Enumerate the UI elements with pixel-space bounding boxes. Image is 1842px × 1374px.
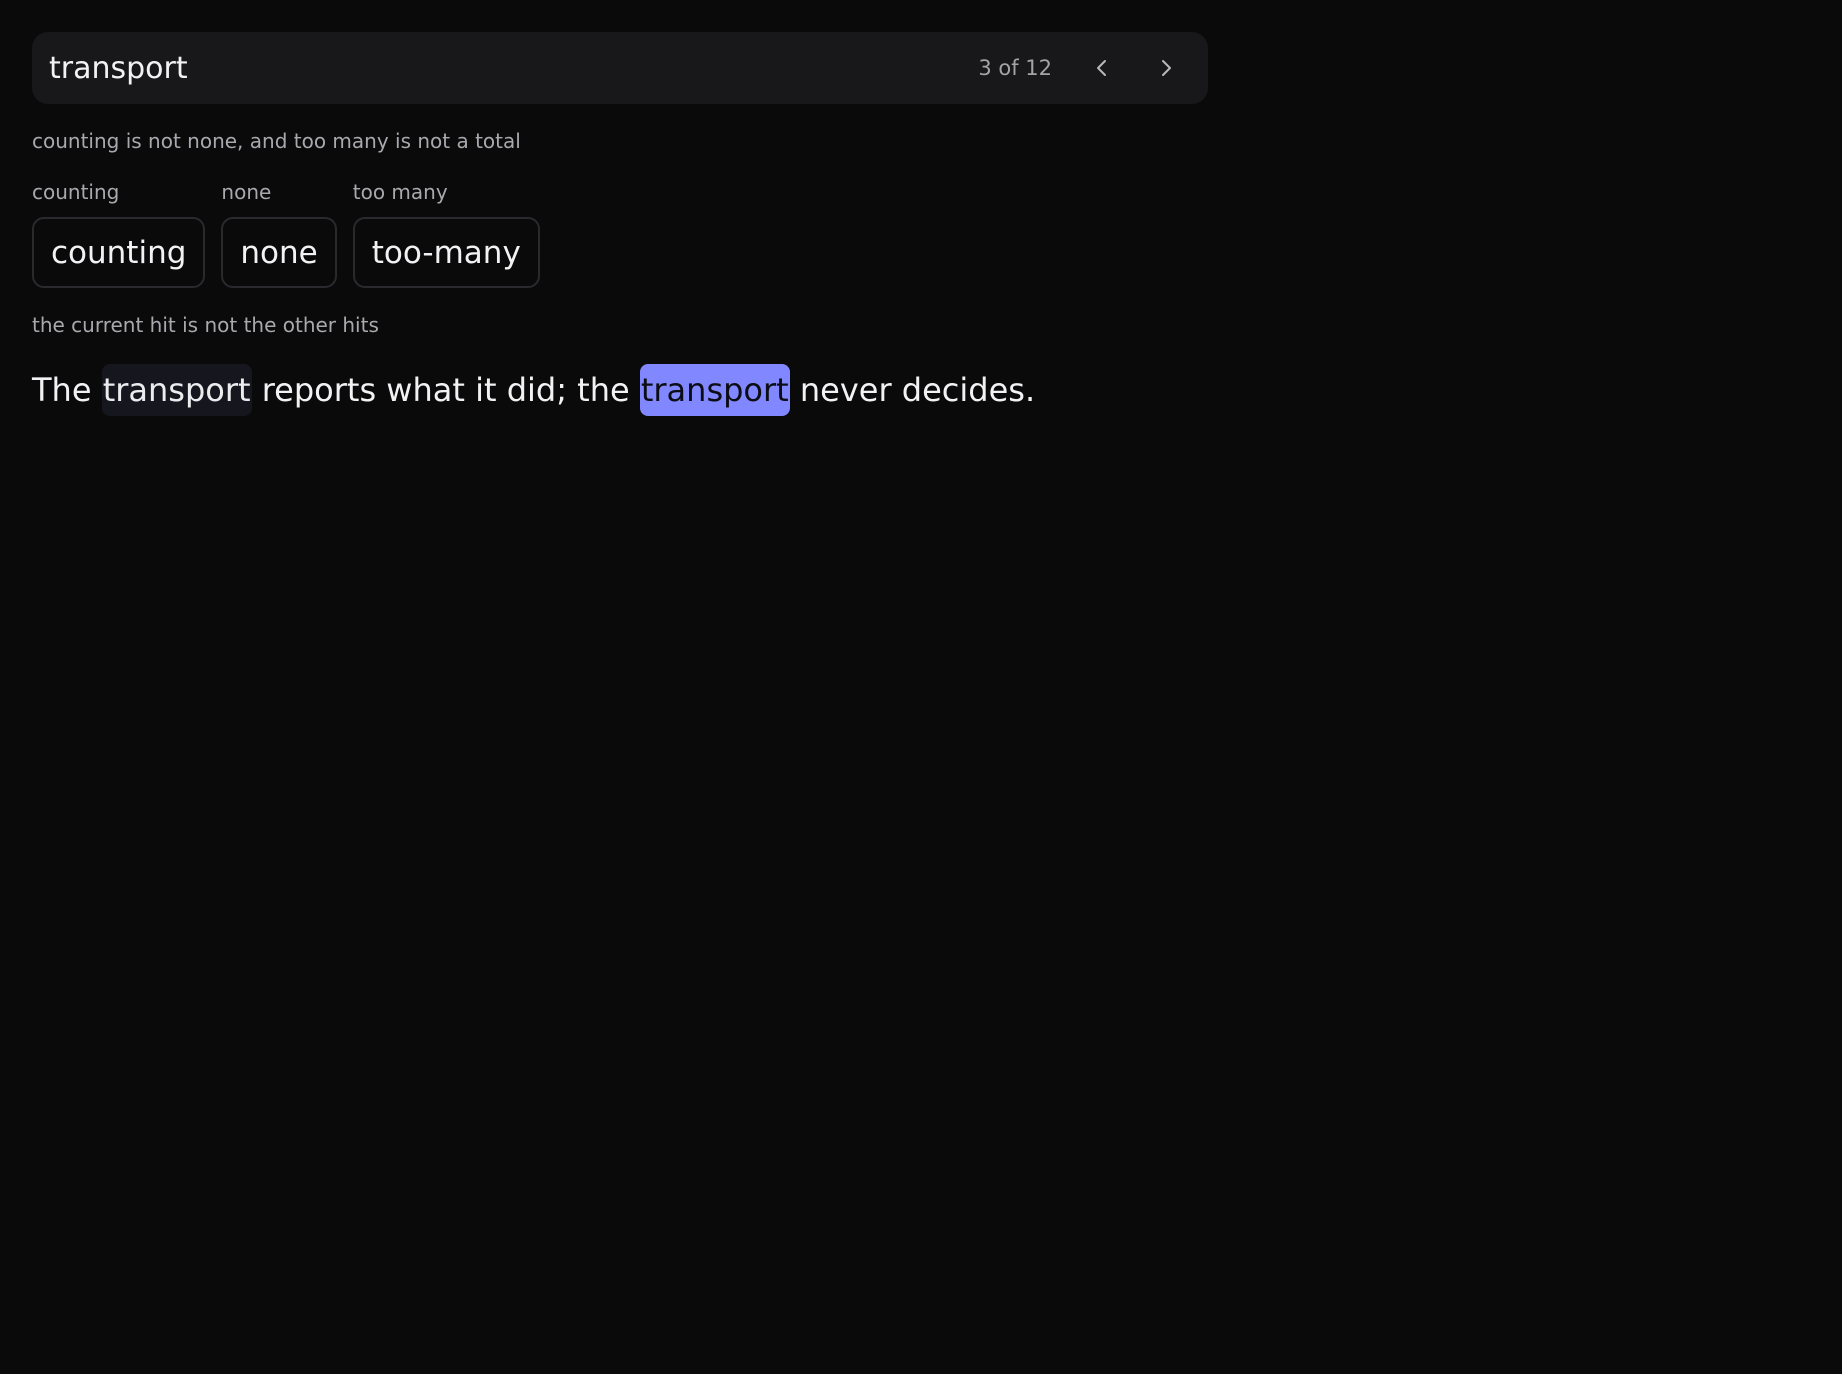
- sentence-text: The: [32, 371, 102, 409]
- find-bar: 3 of 12: [32, 32, 1208, 104]
- sentence-text: reports what it did; the: [251, 371, 640, 409]
- chip-row: counting counting none none too many too…: [32, 180, 540, 288]
- previous-match-button[interactable]: [1070, 36, 1134, 100]
- result-sentence: The transport reports what it did; the t…: [32, 364, 1035, 416]
- hits-note: the current hit is not the other hits: [32, 313, 379, 337]
- current-search-hit[interactable]: transport: [639, 364, 790, 416]
- chip-caption: too many: [352, 180, 448, 204]
- chips-note: counting is not none, and too many is no…: [32, 129, 521, 153]
- sentence-text: never decides.: [789, 371, 1036, 409]
- chip-caption: none: [221, 180, 272, 204]
- chip-group-counting: counting counting: [32, 180, 206, 288]
- chip-caption: counting: [32, 180, 120, 204]
- chip-group-none: none none: [221, 180, 337, 288]
- too-many-chip[interactable]: too-many: [352, 217, 540, 288]
- search-input[interactable]: [49, 32, 979, 104]
- chip-group-too-many: too many too-many: [352, 180, 540, 288]
- next-match-button[interactable]: [1134, 36, 1198, 100]
- search-hit[interactable]: transport: [101, 364, 252, 416]
- chevron-left-icon: [1097, 60, 1106, 76]
- match-count: 3 of 12: [978, 56, 1052, 80]
- counting-chip[interactable]: counting: [32, 217, 206, 288]
- none-chip[interactable]: none: [221, 217, 337, 288]
- chevron-right-icon: [1162, 60, 1171, 76]
